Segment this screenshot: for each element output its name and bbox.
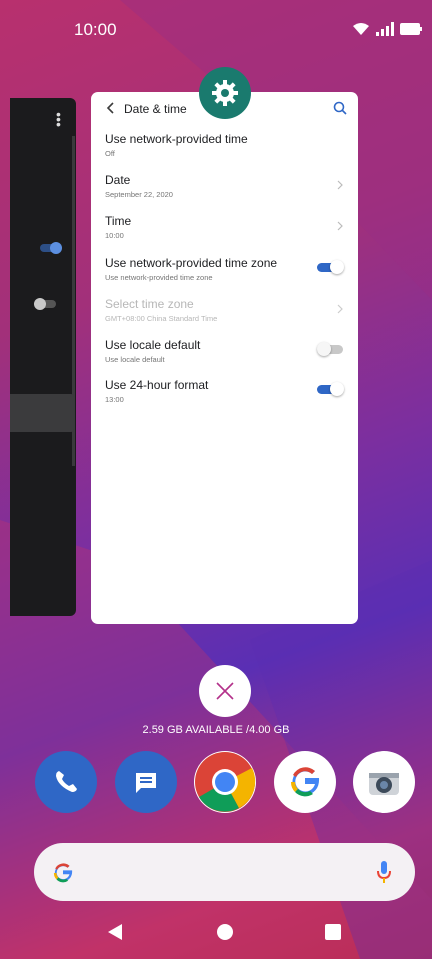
search-icon[interactable] bbox=[332, 100, 348, 116]
chrome-app[interactable] bbox=[194, 751, 256, 813]
setting-subtitle: Use locale default bbox=[105, 355, 165, 364]
status-icons bbox=[352, 22, 422, 36]
setting-title: Use 24-hour format bbox=[105, 378, 209, 392]
wifi-icon bbox=[353, 23, 369, 35]
toggle-switch-off[interactable] bbox=[317, 342, 345, 356]
highlight-row bbox=[10, 394, 74, 432]
message-icon bbox=[136, 773, 156, 793]
settings-gear-icon[interactable] bbox=[199, 67, 251, 119]
navigation-bar bbox=[0, 905, 432, 959]
battery-icon bbox=[400, 23, 422, 35]
setting-row-date[interactable]: Date September 22, 2020 bbox=[105, 173, 345, 199]
setting-row-locale-default[interactable]: Use locale default Use locale default bbox=[105, 338, 345, 364]
setting-subtitle: 13:00 bbox=[105, 395, 124, 404]
phone-icon bbox=[56, 771, 77, 792]
more-options-icon: • • • bbox=[56, 106, 61, 132]
chevron-right-icon bbox=[337, 221, 343, 231]
setting-title: Use network-provided time zone bbox=[105, 256, 278, 270]
google-g-icon bbox=[53, 863, 73, 883]
camera-icon bbox=[369, 773, 399, 795]
setting-subtitle: Off bbox=[105, 149, 115, 158]
setting-subtitle: Use network-provided time zone bbox=[105, 273, 213, 282]
setting-subtitle: 10:00 bbox=[105, 231, 124, 240]
back-chevron-icon[interactable] bbox=[103, 100, 119, 116]
setting-title: Use network-provided time bbox=[105, 132, 248, 146]
microphone-icon[interactable] bbox=[375, 859, 393, 885]
toggle-on bbox=[40, 242, 62, 254]
setting-title: Select time zone bbox=[105, 297, 194, 311]
setting-subtitle: GMT+08:00 China Standard Time bbox=[105, 314, 218, 323]
camera-app[interactable] bbox=[353, 751, 415, 813]
setting-title: Time bbox=[105, 214, 132, 228]
memory-available-text: 2.59 GB AVAILABLE /4.00 GB bbox=[142, 724, 290, 736]
back-triangle-icon[interactable] bbox=[106, 923, 124, 941]
phone-app[interactable] bbox=[35, 751, 97, 813]
google-app[interactable] bbox=[274, 751, 336, 813]
chevron-right-icon bbox=[337, 180, 343, 190]
toggle-switch-on[interactable] bbox=[317, 260, 345, 274]
recent-app-card-settings[interactable]: Date & time Use network-provided time Of… bbox=[91, 92, 358, 624]
setting-row-24-hour[interactable]: Use 24-hour format 13:00 bbox=[105, 378, 345, 404]
chrome-icon bbox=[195, 752, 256, 812]
toggle-off bbox=[34, 298, 56, 310]
chevron-right-icon bbox=[337, 304, 343, 314]
setting-subtitle: September 22, 2020 bbox=[105, 190, 173, 199]
home-circle-icon[interactable] bbox=[216, 923, 234, 941]
close-icon bbox=[216, 682, 234, 700]
status-bar: 10:00 bbox=[0, 0, 432, 64]
google-g-icon bbox=[290, 767, 320, 797]
google-search-bar[interactable] bbox=[34, 843, 415, 901]
recents-square-icon[interactable] bbox=[324, 923, 342, 941]
setting-row-select-time-zone: Select time zone GMT+08:00 China Standar… bbox=[105, 297, 345, 323]
signal-icon bbox=[376, 22, 394, 36]
setting-row-network-time-zone[interactable]: Use network-provided time zone Use netwo… bbox=[105, 256, 345, 282]
setting-row-network-time[interactable]: Use network-provided time Off bbox=[105, 132, 345, 158]
toggle-switch-on[interactable] bbox=[317, 382, 345, 396]
messages-app[interactable] bbox=[115, 751, 177, 813]
clear-all-button[interactable] bbox=[199, 665, 251, 717]
setting-title: Use locale default bbox=[105, 338, 201, 352]
status-time: 10:00 bbox=[74, 20, 117, 39]
recent-app-card-left[interactable]: • • • bbox=[10, 98, 76, 616]
setting-row-time[interactable]: Time 10:00 bbox=[105, 214, 345, 240]
page-title: Date & time bbox=[124, 102, 187, 116]
setting-title: Date bbox=[105, 173, 131, 187]
